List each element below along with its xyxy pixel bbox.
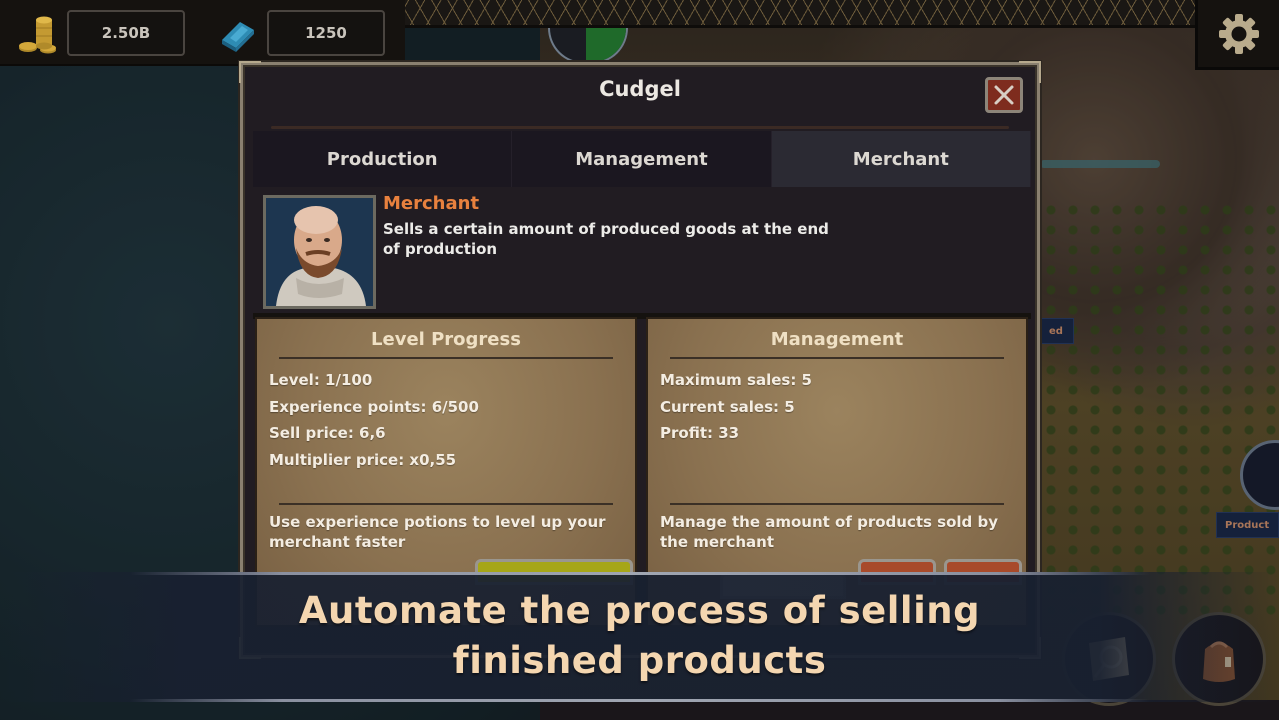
tab-merchant[interactable]: Merchant xyxy=(771,131,1031,187)
panel-divider xyxy=(279,503,613,505)
gems-counter[interactable]: 1250 xyxy=(267,10,385,56)
settings-button[interactable] xyxy=(1195,0,1279,70)
level-stats: Level: 1/100 Experience points: 6/500 Se… xyxy=(269,367,479,473)
gem-book-icon xyxy=(216,12,260,56)
tab-production[interactable]: Production xyxy=(253,131,513,187)
panel-title: Management xyxy=(770,329,904,350)
coin-stack-icon xyxy=(16,12,60,56)
experience-stat: Experience points: 6/500 xyxy=(269,397,479,416)
dialog-tabs: Production Management Merchant xyxy=(253,131,1031,187)
resource-bar: 2.50B 1250 xyxy=(0,0,405,66)
level-hint: Use experience potions to level up your … xyxy=(269,513,606,551)
title-divider xyxy=(271,126,1009,129)
tab-label: Merchant xyxy=(852,148,949,170)
banner-top-line xyxy=(130,572,1150,575)
management-hint: Manage the amount of products sold by th… xyxy=(660,513,999,551)
promo-caption: Automate the process of selling finished… xyxy=(0,586,1279,686)
tab-label: Production xyxy=(326,148,438,170)
caption-line-1: Automate the process of selling xyxy=(298,589,981,632)
multiplier-price-stat: Multiplier price: x0,55 xyxy=(269,450,457,469)
management-stats: Maximum sales: 5 Current sales: 5 Profit… xyxy=(660,367,812,447)
promo-caption-banner: Automate the process of selling finished… xyxy=(0,572,1279,702)
bottom-bar xyxy=(540,700,1279,720)
merchant-description: Sells a certain amount of produced goods… xyxy=(383,220,829,258)
merchant-portrait xyxy=(263,195,376,309)
gold-value: 2.50B xyxy=(101,24,151,42)
gems-value: 1250 xyxy=(305,24,347,42)
current-sales-stat: Current sales: 5 xyxy=(660,397,795,416)
merchant-role-title: Merchant xyxy=(383,193,480,214)
dialog-title: Cudgel xyxy=(599,77,681,101)
close-button[interactable] xyxy=(985,77,1023,113)
tab-management[interactable]: Management xyxy=(512,131,772,187)
top-decorative-strip xyxy=(405,0,1195,28)
panel-divider xyxy=(279,357,613,359)
merchant-dialog: Cudgel Production Management Merchant Me… xyxy=(239,61,1041,659)
panel-divider xyxy=(670,357,1004,359)
panel-title: Level Progress xyxy=(371,329,521,350)
caption-line-2: finished products xyxy=(452,639,827,682)
sell-price-stat: Sell price: 6,6 xyxy=(269,424,386,442)
panel-divider xyxy=(670,503,1004,505)
maximum-sales-stat: Maximum sales: 5 xyxy=(660,371,812,389)
gold-counter[interactable]: 2.50B xyxy=(67,10,185,56)
level-stat: Level: 1/100 xyxy=(269,371,373,389)
tab-label: Management xyxy=(575,148,708,170)
close-icon xyxy=(994,85,1014,105)
banner-bottom-line xyxy=(130,699,1150,702)
gear-icon xyxy=(1218,13,1259,54)
profit-stat: Profit: 33 xyxy=(660,424,740,442)
